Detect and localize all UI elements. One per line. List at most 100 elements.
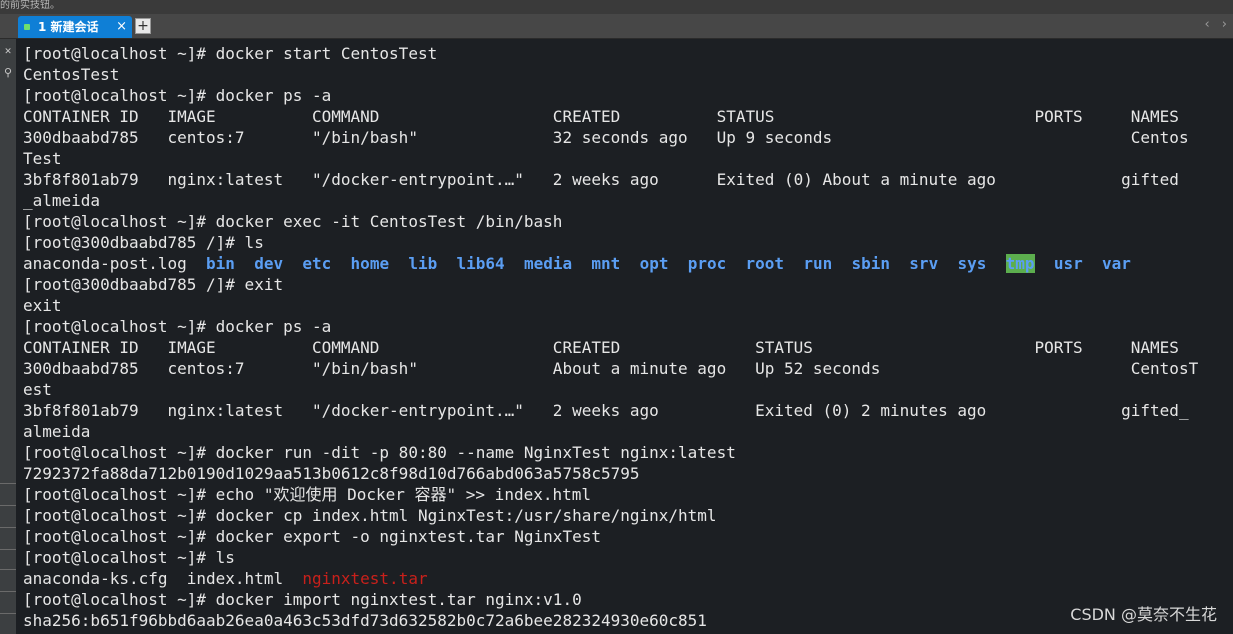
tab-scroll-arrows: ‹ › (1196, 17, 1227, 32)
tab-session-1[interactable]: 1 新建会话 × (18, 16, 132, 38)
directory-name: sbin (851, 254, 891, 273)
directory-name: etc (302, 254, 332, 273)
divider (0, 613, 16, 614)
search-icon[interactable]: ⚲ (2, 67, 14, 79)
terminal-text: [root@localhost ~]# docker exec -it Cent… (23, 212, 563, 231)
directory-name: media (523, 254, 573, 273)
divider (0, 549, 16, 550)
terminal-text: [root@localhost ~]# docker export -o ngi… (23, 527, 601, 546)
terminal-line: est (23, 379, 1198, 400)
terminal-text: 300dbaabd785 centos:7 "/bin/bash" 32 sec… (23, 128, 1189, 147)
terminal-line: [root@localhost ~]# docker import nginxt… (23, 589, 1198, 610)
directory-name: usr (1053, 254, 1083, 273)
terminal-line: 3bf8f801ab79 nginx:latest "/docker-entry… (23, 169, 1198, 190)
terminal-line: 7292372fa88da712b0190d1029aa513b0612c8f9… (23, 463, 1198, 484)
terminal-text: [root@localhost ~]# docker ps -a (23, 317, 332, 336)
archive-file-name: nginxtest.tar (302, 569, 428, 588)
terminal-text: CONTAINER ID IMAGE COMMAND CREATED STATU… (23, 107, 1179, 126)
directory-name: lib64 (456, 254, 505, 273)
terminal-line: _almeida (23, 190, 1198, 211)
terminal-text: [root@localhost ~]# docker ps -a (23, 86, 332, 105)
terminal-lines: [root@localhost ~]# docker start CentosT… (23, 43, 1198, 631)
terminal-line: 3bf8f801ab79 nginx:latest "/docker-entry… (23, 400, 1198, 421)
terminal-line: CONTAINER ID IMAGE COMMAND CREATED STATU… (23, 337, 1198, 358)
terminal-text: [root@localhost ~]# echo "欢迎使用 Docker 容器… (23, 485, 592, 504)
directory-name: proc (687, 254, 727, 273)
directory-name: var (1101, 254, 1131, 273)
divider (0, 483, 16, 484)
highlighted-directory-name: tmp (1005, 254, 1035, 273)
directory-name: lib (408, 254, 438, 273)
directory-name: sys (957, 254, 987, 273)
terminal-text: 7292372fa88da712b0190d1029aa513b0612c8f9… (23, 464, 640, 483)
terminal-text: [root@localhost ~]# docker cp index.html… (23, 506, 717, 525)
directory-name: bin (206, 254, 235, 273)
terminal-text: CONTAINER ID IMAGE COMMAND CREATED STATU… (23, 338, 1179, 357)
chevron-right-icon[interactable]: › (1222, 17, 1227, 32)
terminal-text: 3bf8f801ab79 nginx:latest "/docker-entry… (23, 170, 1179, 189)
session-status-icon (24, 24, 30, 30)
terminal-line: [root@300dbaabd785 /]# exit (23, 274, 1198, 295)
terminal-line: CONTAINER ID IMAGE COMMAND CREATED STATU… (23, 106, 1198, 127)
tab-close-icon[interactable]: × (116, 16, 127, 38)
terminal-line: [root@localhost ~]# docker ps -a (23, 85, 1198, 106)
directory-name: home (350, 254, 390, 273)
directory-name: srv (909, 254, 939, 273)
terminal-line: [root@localhost ~]# docker export -o ngi… (23, 526, 1198, 547)
terminal-text: anaconda-post.log (23, 254, 207, 273)
terminal-line: [root@localhost ~]# docker run -dit -p 8… (23, 442, 1198, 463)
terminal-line: 300dbaabd785 centos:7 "/bin/bash" 32 sec… (23, 127, 1198, 148)
terminal-line: [root@localhost ~]# ls (23, 547, 1198, 568)
tab-bar: 1 新建会话 × + ‹ › (0, 14, 1233, 39)
terminal-line: CentosTest (23, 64, 1198, 85)
divider (0, 527, 16, 528)
top-strip: 的前实技钮。 (0, 0, 1233, 14)
terminal-line: [root@localhost ~]# docker cp index.html… (23, 505, 1198, 526)
divider (0, 591, 16, 592)
add-tab-button[interactable]: + (135, 18, 151, 34)
terminal-text: 3bf8f801ab79 nginx:latest "/docker-entry… (23, 401, 1189, 420)
terminal-line: [root@localhost ~]# echo "欢迎使用 Docker 容器… (23, 484, 1198, 505)
terminal-text: _almeida (23, 191, 101, 210)
terminal-text: sha256:b651f96bbd6aab26ea0a463c53dfd73d6… (23, 611, 707, 630)
terminal-text: Test (23, 149, 62, 168)
directory-name: dev (254, 254, 284, 273)
terminal-line: [root@300dbaabd785 /]# ls (23, 232, 1198, 253)
terminal-output[interactable]: [root@localhost ~]# docker start CentosT… (16, 39, 1233, 634)
divider (0, 569, 16, 570)
directory-name: mnt (591, 254, 621, 273)
tab-label: 1 新建会话 (38, 20, 99, 34)
terminal-line: anaconda-post.log bin dev etc home lib l… (23, 253, 1198, 274)
terminal-text: [root@300dbaabd785 /]# exit (23, 275, 284, 294)
chevron-left-icon[interactable]: ‹ (1204, 17, 1209, 32)
terminal-text: [root@localhost ~]# ls (23, 548, 235, 567)
close-icon[interactable]: ✕ (2, 45, 14, 57)
terminal-line: anaconda-ks.cfg index.html nginxtest.tar (23, 568, 1198, 589)
terminal-text: exit (23, 296, 62, 315)
terminal-text: [root@300dbaabd785 /]# ls (23, 233, 264, 252)
terminal-text: [root@localhost ~]# docker import nginxt… (23, 590, 582, 609)
terminal-line: sha256:b651f96bbd6aab26ea0a463c53dfd73d6… (23, 610, 1198, 631)
left-toolbar: ✕ ⚲ (0, 39, 16, 634)
terminal-text: anaconda-ks.cfg index.html (23, 569, 303, 588)
watermark: CSDN @莫奈不生花 (1070, 605, 1217, 624)
top-strip-text: 的前实技钮。 (0, 0, 60, 11)
terminal-line: [root@localhost ~]# docker ps -a (23, 316, 1198, 337)
terminal-text: est (23, 380, 52, 399)
